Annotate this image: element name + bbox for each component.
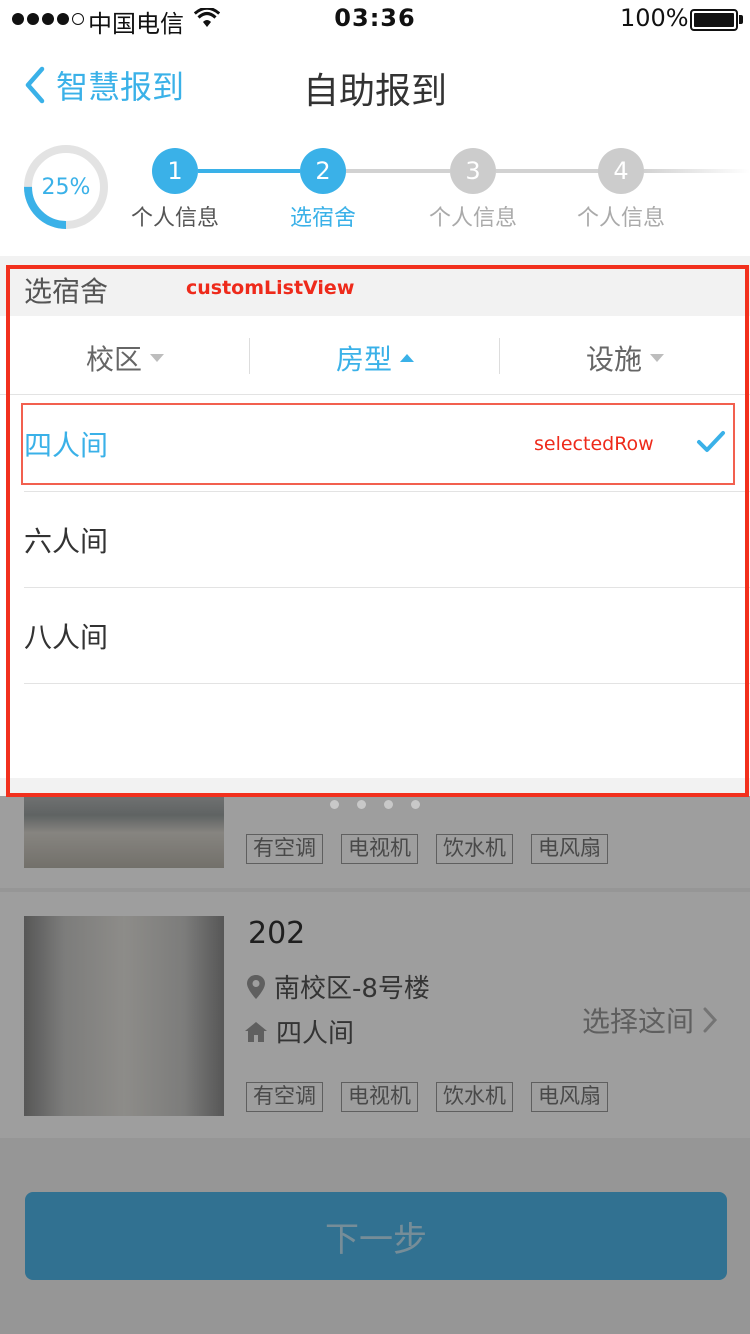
status-bar: 中国电信 03:36 100%: [0, 0, 750, 40]
step-1-label: 个人信息: [130, 206, 219, 231]
annotation-list-view-box: [6, 265, 749, 797]
step-connector: [644, 169, 750, 173]
step-2-label: 选宿舍: [289, 206, 356, 231]
dim-overlay[interactable]: [0, 780, 750, 1334]
step-3-label: 个人信息: [428, 206, 517, 231]
annotation-selected-row-label: selectedRow: [534, 433, 654, 455]
step-2-circle: 2: [300, 148, 346, 194]
battery-percent: 100%: [620, 4, 689, 32]
step-1-circle: 1: [152, 148, 198, 194]
step-4-circle: 4: [598, 148, 644, 194]
step-connector: [198, 169, 300, 173]
battery-icon: [690, 9, 738, 31]
progress-percent: 25%: [41, 174, 91, 200]
step-connector: [346, 169, 450, 173]
battery-cap: [739, 15, 743, 24]
step-connector: [496, 169, 600, 173]
step-3-circle: 3: [450, 148, 496, 194]
page-indicator: [0, 800, 750, 809]
page-title: 自助报到: [302, 71, 447, 112]
annotation-list-view-label: customListView: [186, 277, 355, 299]
step-4-label: 个人信息: [576, 206, 665, 231]
